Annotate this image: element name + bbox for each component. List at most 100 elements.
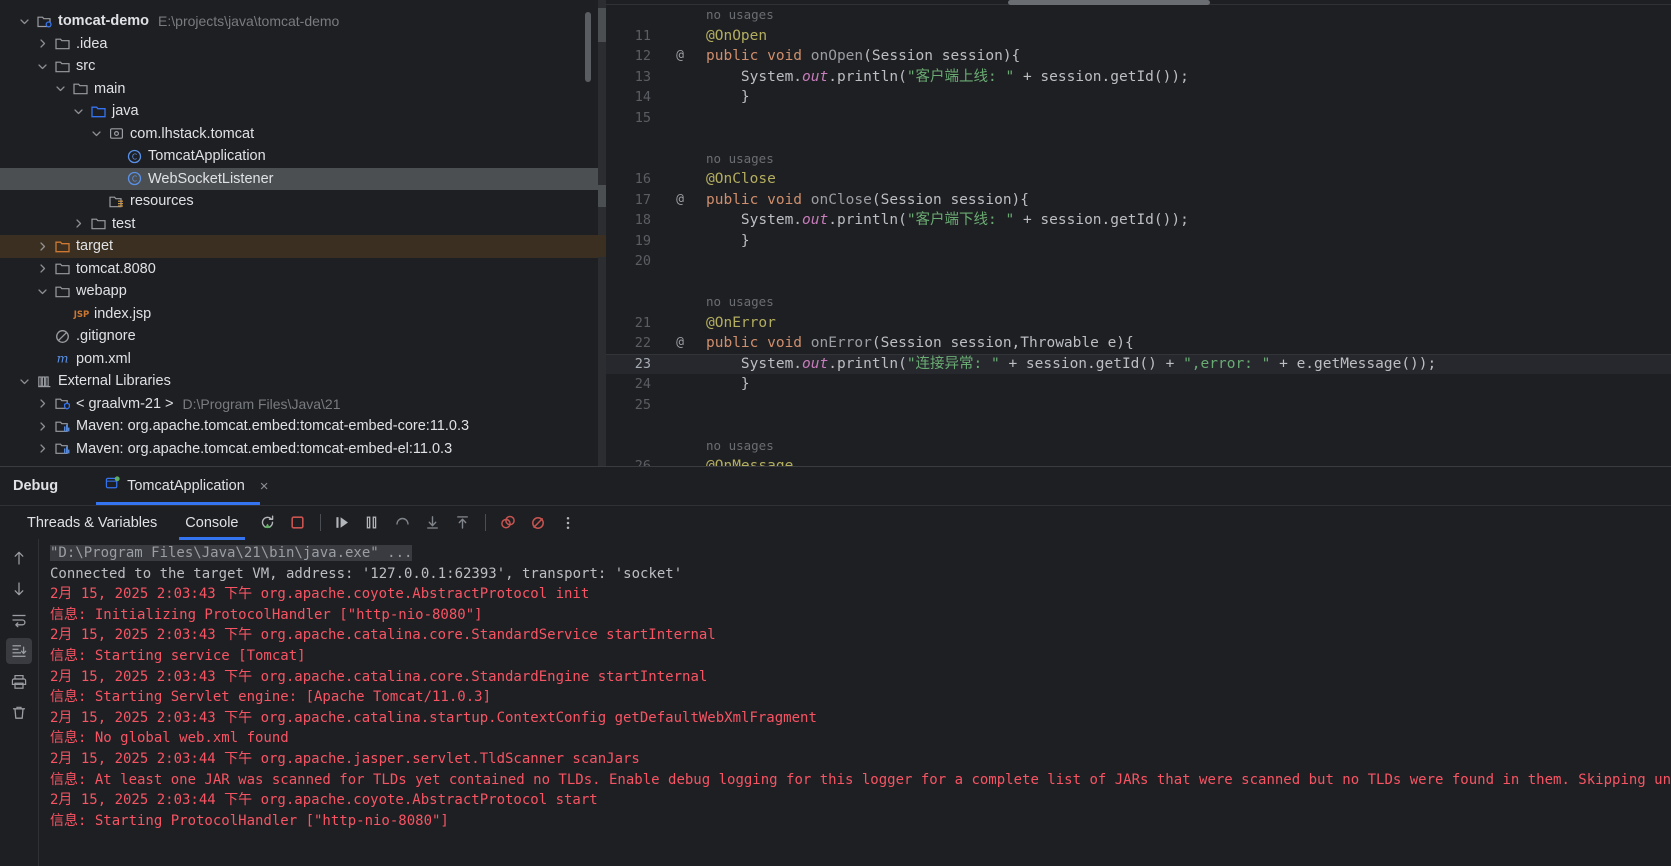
chevron-right-icon[interactable] — [36, 262, 49, 275]
console-line: "D:\Program Files\Java\21\bin\java.exe" … — [50, 543, 1671, 564]
jsp-file-icon: JSP — [72, 305, 89, 322]
tree-item-src[interactable]: src — [0, 55, 598, 78]
console-text: 信息: Starting service [Tomcat] — [50, 648, 306, 664]
code-editor-pane[interactable]: no usages11@OnOpen12@public void onOpen(… — [598, 0, 1671, 466]
code-usage-hint[interactable]: no usages — [606, 292, 1671, 313]
tree-item-tomcatapplication[interactable]: CTomcatApplication — [0, 145, 598, 168]
chevron-down-icon[interactable] — [36, 285, 49, 298]
step-out-button[interactable] — [450, 510, 476, 536]
tab-console[interactable]: Console — [171, 506, 252, 540]
code-line[interactable]: 26@OnMessage — [606, 456, 1671, 466]
override-marker-icon[interactable]: @ — [660, 46, 700, 67]
code-line[interactable]: 23 System.out.println("连接异常: " + session… — [606, 354, 1671, 375]
chevron-down-icon[interactable] — [18, 375, 31, 388]
code-line[interactable]: 20 — [606, 251, 1671, 272]
override-marker-icon[interactable]: @ — [660, 333, 700, 354]
code-line[interactable] — [606, 272, 1671, 293]
code-line[interactable]: 11@OnOpen — [606, 26, 1671, 47]
code-token: System. — [706, 69, 802, 85]
code-line[interactable]: 25 — [606, 395, 1671, 416]
chevron-right-icon[interactable] — [36, 397, 49, 410]
package-icon — [108, 125, 125, 142]
chevron-right-icon[interactable] — [72, 217, 85, 230]
code-line[interactable]: 14 } — [606, 87, 1671, 108]
tree-item-target[interactable]: target — [0, 235, 598, 258]
chevron-right-icon[interactable] — [36, 240, 49, 253]
tree-item-maven-org-apache-tomcat-embed-tomcat-embed-el-11-0-3[interactable]: Maven: org.apache.tomcat.embed:tomcat-em… — [0, 438, 598, 461]
more-options-button[interactable] — [555, 510, 581, 536]
chevron-down-icon[interactable] — [54, 82, 67, 95]
step-over-button[interactable] — [390, 510, 416, 536]
resume-button[interactable] — [330, 510, 356, 536]
tree-item-label: tomcat-demo — [58, 13, 149, 29]
scroll-up-button[interactable] — [6, 545, 32, 571]
tree-item-label: .idea — [76, 36, 107, 52]
code-line[interactable]: 18 System.out.println("客户端下线: " + sessio… — [606, 210, 1671, 231]
rerun-button[interactable] — [255, 510, 281, 536]
chevron-down-icon[interactable] — [18, 15, 31, 28]
print-button[interactable] — [6, 669, 32, 695]
scroll-to-end-button[interactable] — [6, 638, 32, 664]
code-line[interactable] — [606, 415, 1671, 436]
chevron-right-icon[interactable] — [36, 420, 49, 433]
code-usage-hint[interactable]: no usages — [606, 436, 1671, 457]
close-icon[interactable]: × — [260, 478, 269, 495]
tree-item-index-jsp[interactable]: JSPindex.jsp — [0, 303, 598, 326]
code-lines-container[interactable]: no usages11@OnOpen12@public void onOpen(… — [606, 5, 1671, 466]
code-line[interactable]: 12@public void onOpen(Session session){ — [606, 46, 1671, 67]
view-breakpoints-button[interactable] — [495, 510, 521, 536]
code-line[interactable]: 13 System.out.println("客户端上线: " + sessio… — [606, 67, 1671, 88]
tree-item-tomcat-demo[interactable]: tomcat-demoE:\projects\java\tomcat-demo — [0, 10, 598, 33]
code-usage-hint[interactable]: no usages — [606, 5, 1671, 26]
tree-item-main[interactable]: main — [0, 78, 598, 101]
override-marker-icon[interactable]: @ — [660, 190, 700, 211]
clear-all-button[interactable] — [6, 700, 32, 726]
step-into-button[interactable] — [420, 510, 446, 536]
console-text: 信息: Initializing ProtocolHandler ["http-… — [50, 607, 483, 623]
chevron-right-icon[interactable] — [36, 37, 49, 50]
mute-breakpoints-button[interactable] — [525, 510, 551, 536]
code-line[interactable]: 17@public void onClose(Session session){ — [606, 190, 1671, 211]
code-token: onError — [811, 335, 872, 351]
code-token: void — [767, 48, 811, 64]
run-configuration-tab[interactable]: TomcatApplication × — [96, 467, 277, 505]
tree-item-idea[interactable]: .idea — [0, 33, 598, 56]
code-line[interactable]: 21@OnError — [606, 313, 1671, 334]
console-output[interactable]: "D:\Program Files\Java\21\bin\java.exe" … — [39, 539, 1671, 866]
code-line[interactable]: 15 — [606, 108, 1671, 129]
code-line[interactable] — [606, 128, 1671, 149]
tab-threads-and-variables[interactable]: Threads & Variables — [13, 506, 171, 540]
chevron-right-icon[interactable] — [36, 442, 49, 455]
code-token: (Session session,Throwable e){ — [872, 335, 1134, 351]
tree-item-webapp[interactable]: webapp — [0, 280, 598, 303]
chevron-down-icon[interactable] — [36, 60, 49, 73]
tree-item-resources[interactable]: resources — [0, 190, 598, 213]
code-line[interactable]: 24 } — [606, 374, 1671, 395]
code-usage-hint[interactable]: no usages — [606, 149, 1671, 170]
line-number: 20 — [606, 251, 660, 272]
code-token: "客户端下线: " — [907, 212, 1014, 228]
code-line[interactable]: 16 @OnClose — [606, 169, 1671, 190]
debug-window-title: Debug — [13, 478, 58, 494]
stop-button[interactable] — [285, 510, 311, 536]
chevron-down-icon[interactable] — [90, 127, 103, 140]
tree-item-gitignore[interactable]: .gitignore — [0, 325, 598, 348]
code-line[interactable]: 19 } — [606, 231, 1671, 252]
code-text: @OnClose — [700, 169, 776, 190]
tree-item-pom-xml[interactable]: mpom.xml — [0, 348, 598, 371]
chevron-down-icon[interactable] — [72, 105, 85, 118]
pause-button[interactable] — [360, 510, 386, 536]
tree-item-java[interactable]: java — [0, 100, 598, 123]
tree-item-maven-org-apache-tomcat-embed-tomcat-embed-core-11-0-3[interactable]: Maven: org.apache.tomcat.embed:tomcat-em… — [0, 415, 598, 438]
tree-item-com-lhstack-tomcat[interactable]: com.lhstack.tomcat — [0, 123, 598, 146]
project-tool-window[interactable]: tomcat-demoE:\projects\java\tomcat-demo … — [0, 0, 598, 466]
soft-wrap-button[interactable] — [6, 607, 32, 633]
tree-item-tomcat-8080[interactable]: tomcat.8080 — [0, 258, 598, 281]
code-line[interactable]: 22@public void onError(Session session,T… — [606, 333, 1671, 354]
tree-item-websocketlistener[interactable]: CWebSocketListener — [0, 168, 598, 191]
tree-item-graalvm-21[interactable]: < graalvm-21 >D:\Program Files\Java\21 — [0, 393, 598, 416]
tree-item-test[interactable]: test — [0, 213, 598, 236]
tree-item-external-libraries[interactable]: External Libraries — [0, 370, 598, 393]
line-number: 16 — [606, 169, 660, 190]
scroll-down-button[interactable] — [6, 576, 32, 602]
